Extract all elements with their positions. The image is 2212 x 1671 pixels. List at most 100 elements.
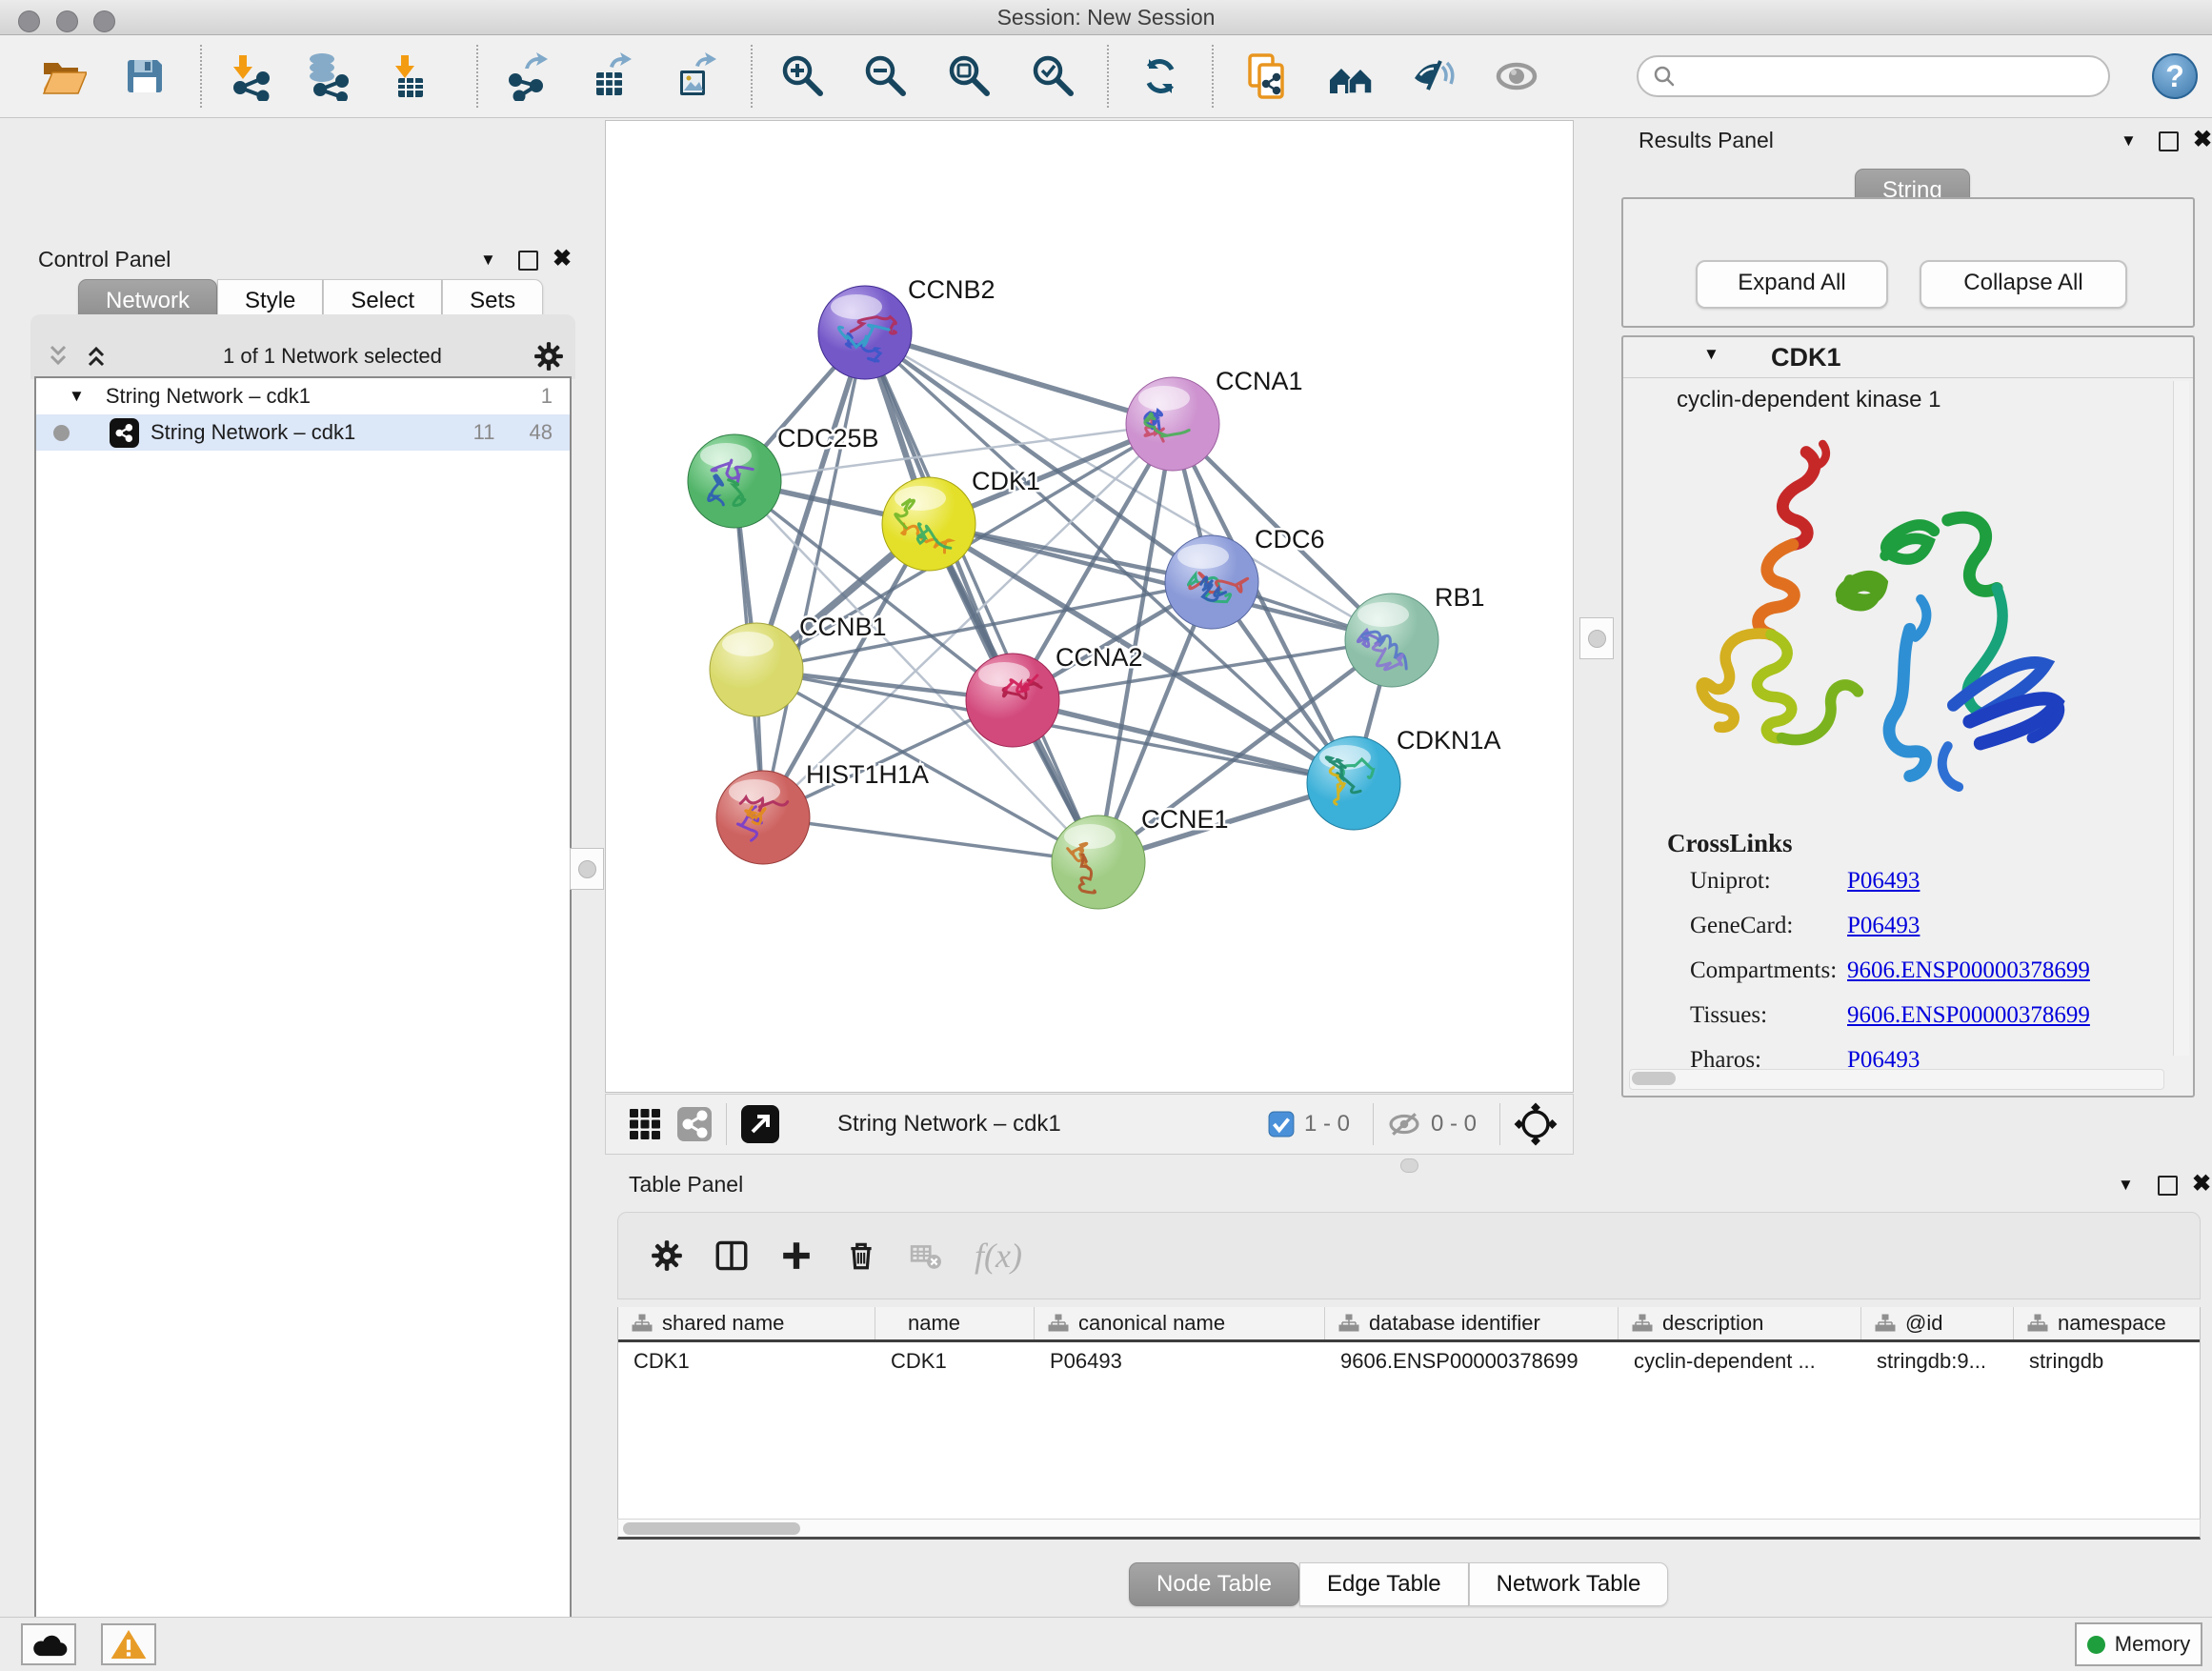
scrollbar-thumb[interactable]	[623, 1522, 800, 1535]
open-session-icon[interactable]	[37, 51, 87, 101]
crosslink-label: GeneCard:	[1690, 913, 1847, 939]
table-cell[interactable]: stringdb:9...	[1861, 1349, 2014, 1374]
export-image-icon[interactable]	[669, 51, 718, 101]
network-node-hist1h1a[interactable]: HIST1H1A	[716, 760, 929, 864]
expand-all-button[interactable]: Expand All	[1696, 260, 1888, 309]
home-icon[interactable]	[1326, 51, 1376, 101]
network-edge[interactable]	[763, 332, 865, 817]
panel-collapse-icon[interactable]: ▼	[2121, 131, 2137, 151]
panel-collapse-icon[interactable]: ▼	[480, 251, 496, 270]
network-edge[interactable]	[763, 817, 1098, 862]
refresh-icon[interactable]	[1136, 51, 1185, 101]
maximize-window-button[interactable]	[93, 10, 115, 32]
automation-cloud-button[interactable]	[21, 1623, 76, 1665]
table-cell[interactable]: CDK1	[618, 1349, 875, 1374]
panel-float-icon[interactable]	[2159, 131, 2179, 151]
crosslink-value-link[interactable]: 9606.ENSP00000378699	[1847, 1002, 2090, 1029]
collapse-all-networks-icon[interactable]	[82, 344, 111, 369]
crosslink-value-link[interactable]: 9606.ENSP00000378699	[1847, 957, 2090, 984]
network-node-ccne1[interactable]: CCNE1	[1052, 805, 1229, 909]
network-overview-icon[interactable]	[676, 1106, 713, 1142]
network-node-ccna1[interactable]: CCNA1	[1126, 367, 1303, 471]
column-header-name[interactable]: name	[875, 1307, 1035, 1339]
node-table: shared namenamecanonical namedatabase id…	[617, 1307, 2201, 1519]
export-network-icon[interactable]	[502, 51, 552, 101]
table-cell[interactable]: P06493	[1035, 1349, 1325, 1374]
table-cell[interactable]: stringdb	[2014, 1349, 2201, 1374]
cybrowser-documents-icon[interactable]	[1242, 51, 1292, 101]
import-table-icon[interactable]	[385, 51, 434, 101]
collection-expand-icon[interactable]: ▼	[69, 387, 85, 406]
network-graph[interactable]: CCNB2CCNA1CDC25BCDK1CDC6RB1CCNB1CCNA2CDK…	[606, 121, 1573, 1090]
crosshair-icon[interactable]	[1514, 1102, 1558, 1146]
show-columns-icon[interactable]	[715, 1239, 748, 1272]
search-input[interactable]	[1677, 63, 2108, 90]
left-splitter-handle[interactable]	[570, 848, 604, 890]
crosslink-value-link[interactable]: P06493	[1847, 913, 1920, 939]
network-edge[interactable]	[865, 332, 1173, 424]
network-node-ccna2[interactable]: CCNA2	[966, 643, 1143, 747]
tab-network-table[interactable]: Network Table	[1469, 1562, 1669, 1606]
tab-node-table[interactable]: Node Table	[1129, 1562, 1299, 1606]
network-node-cdkn1a[interactable]: CDKN1A	[1307, 726, 1501, 830]
column-header-canonical-name[interactable]: canonical name	[1035, 1307, 1325, 1339]
import-network-icon[interactable]	[225, 51, 274, 101]
column-header-@id[interactable]: @id	[1861, 1307, 2014, 1339]
zoom-fit-icon[interactable]	[945, 51, 995, 101]
warnings-button[interactable]	[101, 1623, 156, 1665]
birds-eye-view-icon[interactable]	[740, 1104, 780, 1144]
results-gene-box: ▼ CDK1 cyclin-dependent kinase 1	[1621, 335, 2195, 1097]
help-icon[interactable]: ?	[2150, 51, 2200, 101]
export-table-icon[interactable]	[585, 51, 634, 101]
import-network-from-database-icon[interactable]	[301, 51, 351, 101]
panel-float-icon[interactable]	[518, 251, 538, 271]
network-node-rb1[interactable]: RB1	[1345, 583, 1485, 687]
panel-close-icon[interactable]: ✖	[2192, 1170, 2211, 1198]
gene-section-header[interactable]: ▼ CDK1	[1623, 337, 2193, 378]
search-box[interactable]	[1637, 55, 2110, 97]
hide-graphics-details-icon[interactable]	[1492, 51, 1541, 101]
panel-close-icon[interactable]: ✖	[2193, 126, 2212, 153]
column-header-description[interactable]: description	[1619, 1307, 1861, 1339]
network-collection-row[interactable]: ▼ String Network – cdk1 1	[36, 378, 570, 414]
delete-column-icon[interactable]	[845, 1239, 877, 1272]
right-splitter-handle[interactable]	[1579, 617, 1614, 659]
selected-checkbox-icon[interactable]	[1268, 1111, 1295, 1137]
grid-view-icon[interactable]	[629, 1108, 661, 1140]
table-horizontal-scrollbar[interactable]	[617, 1519, 2201, 1540]
network-canvas[interactable]: CCNB2CCNA1CDC25BCDK1CDC6RB1CCNB1CCNA2CDK…	[605, 120, 1574, 1093]
tab-edge-table[interactable]: Edge Table	[1299, 1562, 1469, 1606]
network-node-ccnb1[interactable]: CCNB1	[710, 613, 887, 716]
table-cell[interactable]: CDK1	[875, 1349, 1035, 1374]
minimize-window-button[interactable]	[56, 10, 78, 32]
network-options-gear-icon[interactable]	[533, 341, 564, 372]
network-node-cdc6[interactable]: CDC6	[1165, 525, 1325, 629]
results-horizontal-scrollbar[interactable]	[1629, 1069, 2164, 1090]
add-column-icon[interactable]	[780, 1239, 813, 1272]
gene-collapse-icon[interactable]: ▼	[1703, 345, 1719, 364]
zoom-in-icon[interactable]	[778, 51, 828, 101]
column-header-shared-name[interactable]: shared name	[618, 1307, 875, 1339]
network-node-cdk1[interactable]: CDK1	[882, 467, 1040, 571]
results-vertical-scrollbar[interactable]	[2173, 381, 2189, 1056]
collapse-all-button[interactable]: Collapse All	[1920, 260, 2127, 309]
crosslink-value-link[interactable]: P06493	[1847, 868, 1920, 895]
table-cell[interactable]: 9606.ENSP00000378699	[1325, 1349, 1619, 1374]
save-session-icon[interactable]	[120, 51, 170, 101]
zoom-selected-icon[interactable]	[1029, 51, 1078, 101]
network-row-selected[interactable]: String Network – cdk1 11 48	[36, 414, 570, 451]
column-header-namespace[interactable]: namespace	[2014, 1307, 2201, 1339]
memory-button[interactable]: Memory	[2075, 1622, 2202, 1666]
panel-close-icon[interactable]: ✖	[553, 245, 572, 272]
column-header-database-identifier[interactable]: database identifier	[1325, 1307, 1619, 1339]
close-window-button[interactable]	[18, 10, 40, 32]
hidden-eye-icon[interactable]	[1387, 1110, 1421, 1138]
expand-all-networks-icon[interactable]	[44, 344, 72, 369]
panel-float-icon[interactable]	[2158, 1176, 2178, 1196]
show-graphics-details-icon[interactable]	[1409, 51, 1458, 101]
zoom-out-icon[interactable]	[861, 51, 911, 101]
panel-collapse-icon[interactable]: ▼	[2118, 1176, 2134, 1195]
table-cell[interactable]: cyclin-dependent ...	[1619, 1349, 1861, 1374]
table-options-gear-icon[interactable]	[651, 1239, 683, 1272]
table-row[interactable]: CDK1CDK1P064939606.ENSP00000378699cyclin…	[618, 1342, 2200, 1380]
